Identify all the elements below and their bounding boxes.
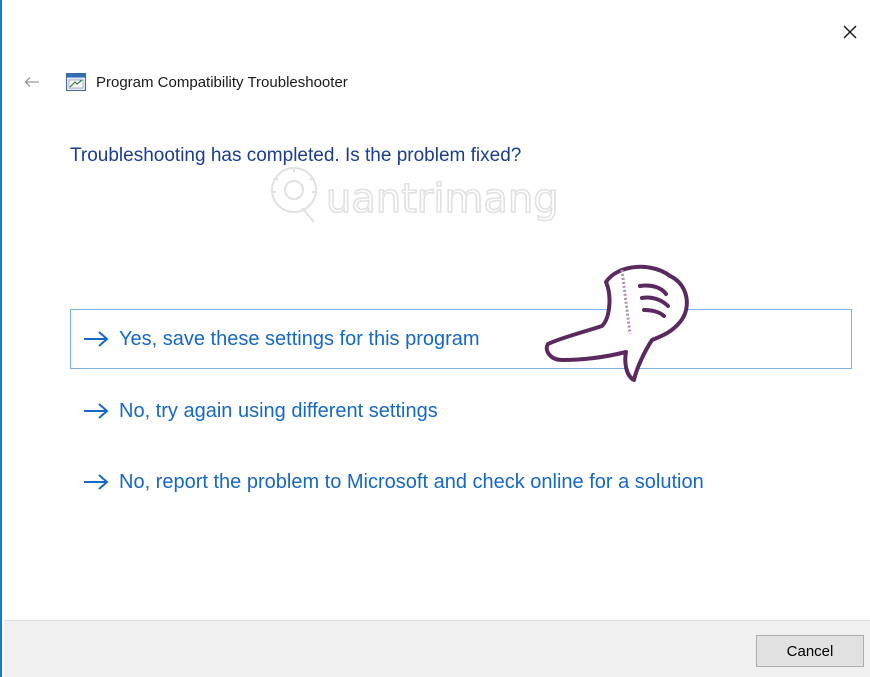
troubleshooter-window: Program Compatibility Troubleshooter Tro… <box>0 0 870 677</box>
option-no-try-again[interactable]: No, try again using different settings <box>70 381 852 441</box>
option-label: Yes, save these settings for this progra… <box>119 327 480 350</box>
arrow-right-icon <box>84 474 109 490</box>
pointing-hand-icon <box>544 264 689 382</box>
option-report-problem[interactable]: No, report the problem to Microsoft and … <box>70 452 852 512</box>
option-label: No, report the problem to Microsoft and … <box>119 470 704 493</box>
arrow-right-icon <box>84 331 109 347</box>
close-icon <box>843 25 857 39</box>
back-arrow-icon <box>24 77 39 87</box>
watermark-text: uantrimang <box>326 176 559 222</box>
watermark: uantrimang <box>271 167 559 223</box>
option-yes-save-settings[interactable]: Yes, save these settings for this progra… <box>70 309 852 369</box>
window-title: Program Compatibility Troubleshooter <box>96 73 348 91</box>
troubleshooter-icon <box>66 73 86 91</box>
footer-bar: Cancel <box>4 620 870 677</box>
title-bar: Program Compatibility Troubleshooter <box>66 70 348 94</box>
option-label: No, try again using different settings <box>119 399 438 422</box>
close-button[interactable] <box>830 14 870 50</box>
arrow-right-icon <box>84 403 109 419</box>
cancel-button[interactable]: Cancel <box>756 635 864 667</box>
lightbulb-icon <box>271 167 317 223</box>
back-button[interactable] <box>20 70 44 94</box>
